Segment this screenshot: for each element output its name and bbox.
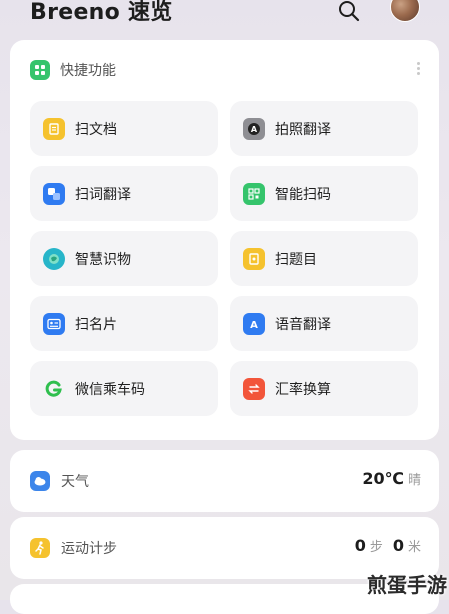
object-recognition-icon <box>43 247 65 270</box>
watermark: 煎蛋手游 <box>367 573 447 597</box>
shortcut-label: 拍照翻译 <box>275 121 331 138</box>
steps-value: 0 步 0 米 <box>355 536 421 555</box>
shortcut-label: 扫文档 <box>75 121 117 138</box>
steps-header: 运动计步 <box>30 538 117 558</box>
svg-text:A: A <box>251 125 258 134</box>
shortcut-label: 智能扫码 <box>275 186 331 203</box>
voice-translate-icon: A <box>243 312 265 335</box>
shortcut-currency-exchange[interactable]: 汇率换算 <box>230 361 418 416</box>
shortcut-qr-scan[interactable]: 智能扫码 <box>230 166 418 221</box>
step-unit: 步 <box>369 540 383 555</box>
page-title: Breeno 速览 <box>30 0 173 25</box>
weather-condition: 晴 <box>407 473 421 488</box>
card-scan-icon <box>43 312 65 335</box>
shortcut-label: 汇率换算 <box>275 381 331 398</box>
running-icon <box>30 538 50 558</box>
currency-exchange-icon <box>243 377 265 400</box>
shortcut-object-recognition[interactable]: 智慧识物 <box>30 231 218 286</box>
shortcut-document-scan[interactable]: 扫文档 <box>30 101 218 156</box>
shortcut-label: 扫题目 <box>275 251 317 268</box>
camera-translate-icon: A <box>243 117 265 140</box>
shortcut-question-scan[interactable]: 扫题目 <box>230 231 418 286</box>
wechat-bus-code-icon <box>43 378 65 400</box>
search-button[interactable] <box>336 0 362 24</box>
more-options-icon[interactable] <box>415 60 421 78</box>
question-scan-icon <box>243 247 265 270</box>
steps-label: 运动计步 <box>61 541 117 557</box>
step-count: 0 <box>354 536 366 555</box>
shortcut-wechat-bus-code[interactable]: 微信乘车码 <box>30 361 218 416</box>
weather-card[interactable]: 天气 20℃ 晴 <box>10 450 439 512</box>
shortcuts-header: 快捷功能 <box>30 60 116 80</box>
shortcuts-title: 快捷功能 <box>60 63 116 79</box>
weather-label: 天气 <box>61 474 89 490</box>
distance-unit: 米 <box>407 540 421 555</box>
avatar[interactable] <box>390 0 420 22</box>
temperature: 20℃ <box>362 469 404 488</box>
shortcuts-card: 快捷功能 扫文档 A 拍照翻译 扫词翻译 智能扫码 智慧识物 扫题目 扫名片 A… <box>10 40 439 440</box>
shortcut-camera-translate[interactable]: A 拍照翻译 <box>230 101 418 156</box>
header-bar: Breeno 速览 <box>0 0 449 36</box>
qr-scan-icon <box>243 182 265 205</box>
svg-text:A: A <box>250 320 258 330</box>
shortcut-card-scan[interactable]: 扫名片 <box>30 296 218 351</box>
shortcut-voice-translate[interactable]: A 语音翻译 <box>230 296 418 351</box>
shortcut-label: 智慧识物 <box>75 251 131 268</box>
shortcut-word-translate[interactable]: 扫词翻译 <box>30 166 218 221</box>
weather-value: 20℃ 晴 <box>362 469 421 488</box>
shortcut-label: 扫名片 <box>75 316 117 333</box>
distance-value: 0 <box>392 536 404 555</box>
word-translate-icon <box>43 182 65 205</box>
weather-header: 天气 <box>30 471 89 491</box>
weather-icon <box>30 471 50 491</box>
shortcut-label: 微信乘车码 <box>75 381 145 398</box>
shortcut-label: 扫词翻译 <box>75 186 131 203</box>
document-scan-icon <box>43 117 65 140</box>
search-icon <box>339 1 360 22</box>
apps-grid-icon <box>30 60 50 80</box>
shortcut-label: 语音翻译 <box>275 316 331 333</box>
